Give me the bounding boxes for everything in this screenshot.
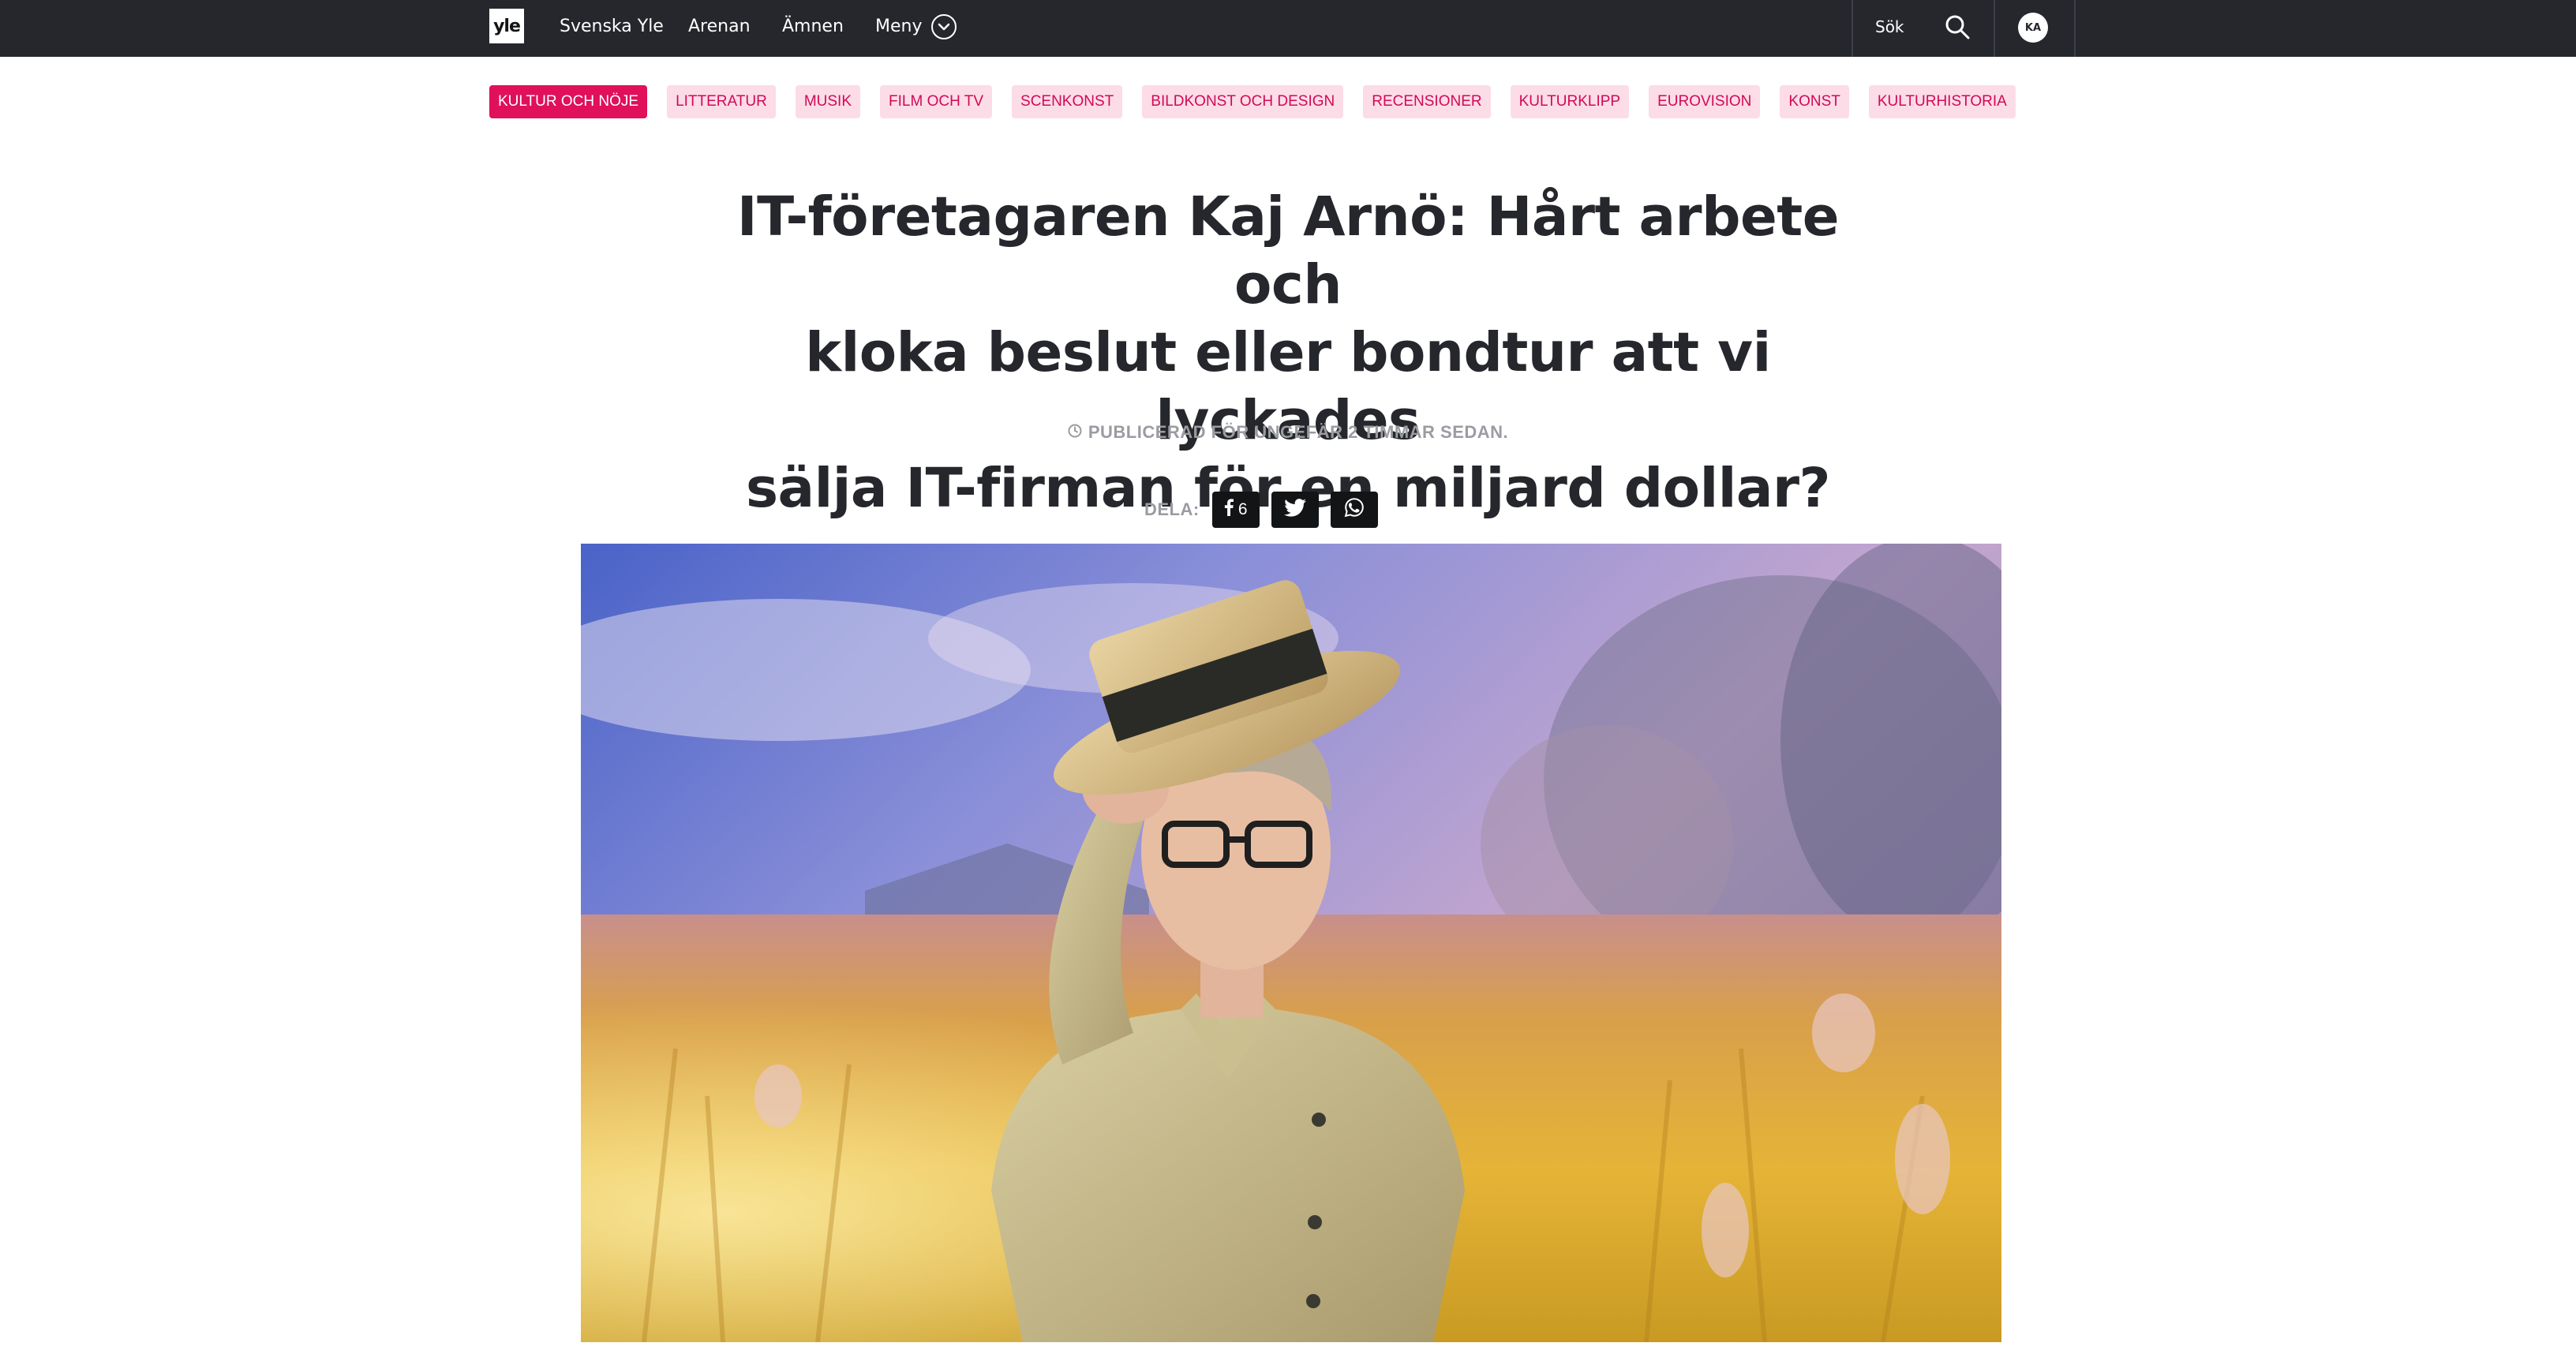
- logo-text: yle: [493, 16, 521, 36]
- yle-logo[interactable]: yle: [489, 9, 524, 43]
- tag-scenkonst[interactable]: SCENKONST: [1012, 85, 1123, 118]
- nav-link-svenska-yle[interactable]: Svenska Yle: [560, 0, 664, 54]
- nav-divider: [1994, 0, 1995, 57]
- tag-litteratur[interactable]: LITTERATUR: [667, 85, 776, 118]
- tag-recensioner[interactable]: RECENSIONER: [1363, 85, 1491, 118]
- article-hero-image: [581, 544, 2001, 1342]
- search-label[interactable]: Sök: [1875, 0, 1904, 54]
- facebook-icon: [1224, 499, 1234, 521]
- tag-kultur-och-noje[interactable]: KULTUR OCH NÖJE: [489, 85, 648, 118]
- category-tag-list: KULTUR OCH NÖJE LITTERATUR MUSIK FILM OC…: [489, 85, 2016, 118]
- twitter-share-button[interactable]: [1271, 492, 1319, 528]
- tag-musik[interactable]: MUSIK: [795, 85, 861, 118]
- hero-photo-illustration: [581, 544, 2001, 1342]
- clock-icon: [1068, 422, 1082, 443]
- tag-kulturhistoria[interactable]: KULTURHISTORIA: [1868, 85, 2016, 118]
- headline-line: IT-företagaren Kaj Arnö: Hårt arbete och: [736, 185, 1840, 316]
- user-avatar[interactable]: KA: [2018, 13, 2048, 43]
- tag-bildkonst-och-design[interactable]: BILDKONST OCH DESIGN: [1142, 85, 1344, 118]
- nav-link-arenan[interactable]: Arenan: [688, 0, 751, 54]
- nav-divider: [1852, 0, 1853, 57]
- published-text: PUBLICERAD FÖR UNGEFÄR 2 TIMMAR SEDAN.: [1088, 422, 1509, 442]
- published-info: PUBLICERAD FÖR UNGEFÄR 2 TIMMAR SEDAN.: [0, 422, 2576, 443]
- tag-film-och-tv[interactable]: FILM OCH TV: [880, 85, 993, 118]
- share-label: DELA:: [1144, 499, 1200, 519]
- nav-divider: [2074, 0, 2076, 57]
- avatar-initials: KA: [2024, 21, 2042, 34]
- tag-konst[interactable]: KONST: [1780, 85, 1849, 118]
- share-bar: DELA: 6: [1144, 492, 1390, 528]
- whatsapp-share-button[interactable]: [1330, 492, 1378, 528]
- nav-link-amnen[interactable]: Ämnen: [782, 0, 844, 54]
- facebook-share-button[interactable]: 6: [1211, 492, 1260, 528]
- menu-label: Meny: [875, 17, 923, 36]
- search-icon[interactable]: [1943, 13, 1971, 41]
- twitter-icon: [1283, 498, 1306, 522]
- top-navigation-bar: yle Svenska Yle Arenan Ämnen Meny Sök KA: [0, 0, 2576, 57]
- chevron-down-icon: [931, 14, 957, 39]
- tag-kulturklipp[interactable]: KULTURKLIPP: [1510, 85, 1630, 118]
- menu-button[interactable]: Meny: [875, 0, 957, 54]
- article-headline: IT-företagaren Kaj Arnö: Hårt arbete och…: [710, 183, 1866, 522]
- tag-eurovision[interactable]: EUROVISION: [1649, 85, 1761, 118]
- facebook-share-count: 6: [1237, 500, 1248, 518]
- whatsapp-icon: [1344, 497, 1365, 522]
